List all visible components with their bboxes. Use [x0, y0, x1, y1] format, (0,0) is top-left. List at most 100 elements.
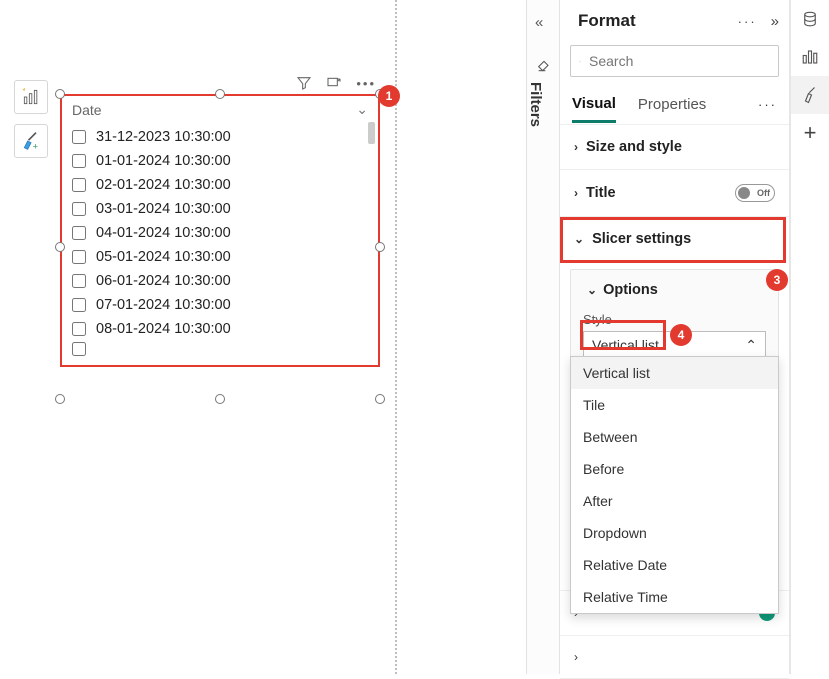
- slicer-item[interactable]: 03-01-2024 10:30:00: [62, 197, 378, 221]
- visualizations-pane-icon[interactable]: [791, 38, 829, 76]
- slicer-item-label: 03-01-2024 10:30:00: [96, 201, 231, 217]
- svg-text:+: +: [33, 141, 38, 151]
- bar-chart-icon: [21, 87, 41, 107]
- style-option-between[interactable]: Between: [571, 421, 778, 453]
- slicer-item[interactable]: 05-01-2024 10:30:00: [62, 245, 378, 269]
- paint-brush-icon: +: [21, 131, 41, 151]
- visual-suggestion-toolbar: +: [14, 80, 52, 168]
- slicer-checkbox[interactable]: [72, 178, 86, 192]
- format-painter-button[interactable]: +: [14, 124, 48, 158]
- section-size-style: › Size and style: [560, 125, 789, 170]
- style-option[interactable]: Before: [571, 453, 778, 485]
- annotation-badge: 3: [766, 269, 788, 291]
- resize-handle[interactable]: [55, 394, 65, 404]
- expand-filters-icon[interactable]: «: [535, 14, 543, 31]
- expand-pane-icon[interactable]: »: [771, 13, 779, 30]
- section-label: Size and style: [586, 139, 682, 155]
- filters-pane-collapsed[interactable]: « Filters: [526, 0, 560, 674]
- add-pane-icon[interactable]: +: [791, 114, 829, 152]
- options-label: Options: [603, 282, 658, 298]
- section-header-title[interactable]: › Title Off: [560, 170, 789, 216]
- options-header[interactable]: ⌄ Options: [583, 280, 662, 300]
- scrollbar-thumb[interactable]: [368, 122, 375, 144]
- search-icon: [579, 54, 581, 69]
- section-stub[interactable]: ›: [560, 635, 789, 678]
- format-pane-header: Format ··· »: [560, 0, 789, 42]
- slicer-checkbox[interactable]: [72, 130, 86, 144]
- slicer-item-label: 02-01-2024 10:30:00: [96, 177, 231, 193]
- slicer-item[interactable]: 01-01-2024 10:30:00: [62, 149, 378, 173]
- slicer-item-label: 04-01-2024 10:30:00: [96, 225, 231, 241]
- resize-handle[interactable]: [375, 242, 385, 252]
- slicer-checkbox[interactable]: [72, 226, 86, 240]
- slicer-item-label: 06-01-2024 10:30:00: [96, 273, 231, 289]
- format-search-input[interactable]: [589, 53, 770, 69]
- style-option[interactable]: Tile: [571, 389, 778, 421]
- tab-visual[interactable]: Visual: [572, 87, 616, 123]
- slicer-checkbox[interactable]: [72, 274, 86, 288]
- report-canvas: + ••• Date ⌄ 31-12-2023 10:30:00 01-01-2…: [0, 0, 520, 674]
- slicer-item[interactable]: 31-12-2023 10:30:00: [62, 125, 378, 149]
- style-option[interactable]: Relative Time: [571, 581, 778, 613]
- chevron-down-icon: ⌄: [587, 283, 597, 297]
- chevron-right-icon: ›: [574, 140, 578, 154]
- slicer-item-label: 01-01-2024 10:30:00: [96, 153, 231, 169]
- data-pane-icon[interactable]: [791, 0, 829, 38]
- style-dropdown-list: Vertical list Tile Between Before After …: [570, 356, 779, 614]
- filters-pane-label: Filters: [527, 82, 544, 127]
- resize-handle[interactable]: [215, 394, 225, 404]
- chevron-down-icon[interactable]: ⌄: [356, 101, 368, 118]
- slicer-checkbox[interactable]: [72, 342, 86, 356]
- slicer-checkbox[interactable]: [72, 154, 86, 168]
- slicer-item-partial: [62, 341, 378, 357]
- section-label: Slicer settings: [592, 231, 691, 247]
- slicer-item-label: 08-01-2024 10:30:00: [96, 321, 231, 337]
- style-option[interactable]: Dropdown: [571, 517, 778, 549]
- tabs-more-icon[interactable]: ···: [758, 97, 777, 112]
- section-header-size-style[interactable]: › Size and style: [560, 125, 789, 169]
- chevron-right-icon: ›: [574, 650, 578, 664]
- slicer-checkbox[interactable]: [72, 322, 86, 336]
- slicer-item[interactable]: 04-01-2024 10:30:00: [62, 221, 378, 245]
- slicer-visual-wrap: ••• Date ⌄ 31-12-2023 10:30:00 01-01-202…: [60, 72, 380, 367]
- slicer-item[interactable]: 06-01-2024 10:30:00: [62, 269, 378, 293]
- slicer-field-header[interactable]: Date ⌄: [62, 96, 378, 123]
- resize-handle[interactable]: [55, 89, 65, 99]
- style-option[interactable]: Relative Date: [571, 549, 778, 581]
- toggle-label: Off: [757, 188, 770, 198]
- section-slicer-settings: ⌄ Slicer settings ⌄ Options Style Vertic…: [560, 217, 789, 679]
- section-title: › Title Off: [560, 170, 789, 217]
- slicer-checkbox[interactable]: [72, 298, 86, 312]
- visual-more-icon[interactable]: •••: [356, 76, 376, 91]
- focus-mode-icon[interactable]: [326, 75, 342, 91]
- slicer-field-label: Date: [72, 102, 102, 118]
- style-selected-value: Vertical list: [592, 337, 659, 353]
- chevron-right-icon: ›: [574, 186, 578, 200]
- slicer-item-label: 31-12-2023 10:30:00: [96, 129, 231, 145]
- slicer-checkbox[interactable]: [72, 250, 86, 264]
- filter-icon[interactable]: [296, 75, 312, 91]
- style-option[interactable]: Vertical list: [571, 357, 778, 389]
- section-header-slicer-settings[interactable]: ⌄ Slicer settings: [560, 217, 789, 261]
- slicer-item[interactable]: 07-01-2024 10:30:00: [62, 293, 378, 317]
- format-search[interactable]: [570, 45, 779, 77]
- slicer-item[interactable]: 08-01-2024 10:30:00: [62, 317, 378, 341]
- chevron-up-icon: ⌃: [745, 337, 757, 354]
- clear-filters-icon[interactable]: [536, 56, 552, 75]
- slicer-checkbox[interactable]: [72, 202, 86, 216]
- slicer-visual[interactable]: Date ⌄ 31-12-2023 10:30:00 01-01-2024 10…: [60, 94, 380, 367]
- suggest-visual-button[interactable]: [14, 80, 48, 114]
- slicer-item[interactable]: 02-01-2024 10:30:00: [62, 173, 378, 197]
- title-toggle[interactable]: Off: [735, 184, 775, 202]
- tab-properties[interactable]: Properties: [638, 88, 706, 121]
- slicer-item-label: 07-01-2024 10:30:00: [96, 297, 231, 313]
- style-option[interactable]: After: [571, 485, 778, 517]
- pane-more-icon[interactable]: ···: [738, 14, 757, 29]
- chevron-down-icon: ⌄: [574, 232, 584, 246]
- resize-handle[interactable]: [375, 394, 385, 404]
- format-pane-title: Format: [570, 9, 644, 33]
- resize-handle[interactable]: [55, 242, 65, 252]
- resize-handle[interactable]: [215, 89, 225, 99]
- format-pane-icon[interactable]: [791, 76, 829, 114]
- options-card: ⌄ Options Style Vertical list ⌃ Vertical…: [570, 269, 779, 360]
